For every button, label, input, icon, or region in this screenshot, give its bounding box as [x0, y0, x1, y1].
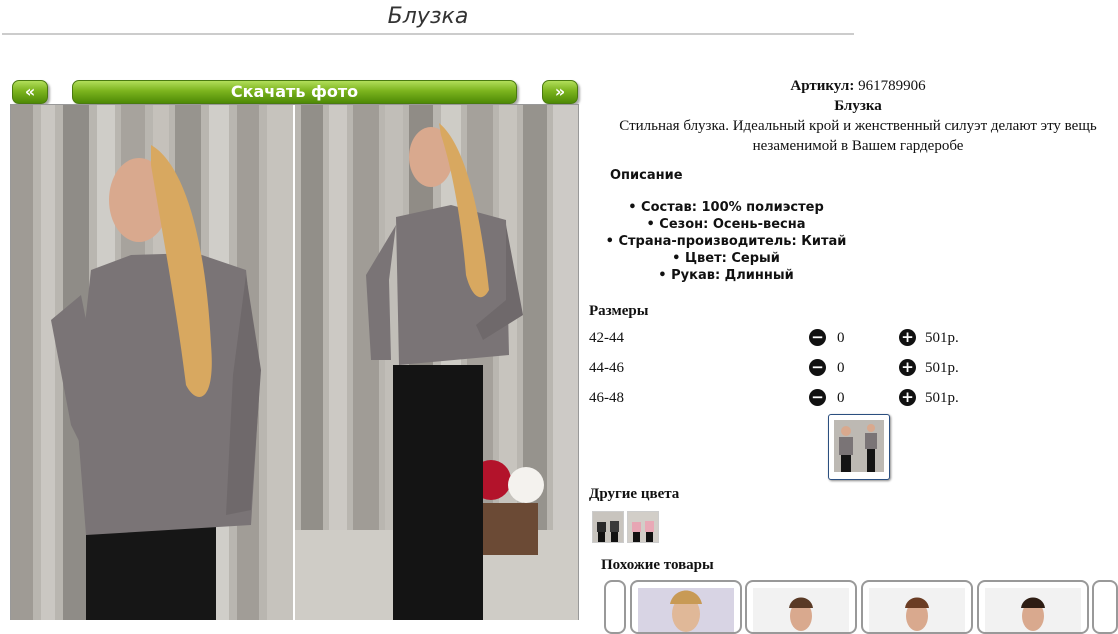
plus-circle-icon[interactable]: + — [899, 389, 916, 406]
size-price: 501р. — [925, 330, 959, 346]
size-label: 42-44 — [589, 330, 624, 346]
color-variant-thumbnail[interactable] — [627, 511, 659, 543]
article-value: 961789906 — [858, 78, 926, 94]
product-description-line2: незаменимой в Вашем гардеробе — [752, 138, 964, 154]
size-label: 44-46 — [589, 360, 624, 376]
similar-products-heading: Похожие товары — [601, 557, 714, 573]
property-item: Цвет: Серый — [598, 250, 854, 267]
prev-photo-button[interactable]: « — [12, 80, 48, 104]
size-price: 501р. — [925, 360, 959, 376]
product-info: Артикул: 961789906 Блузка Стильная блузк… — [598, 76, 1118, 156]
other-colors-heading: Другие цвета — [589, 486, 680, 502]
size-label: 46-48 — [589, 390, 624, 406]
quantity-value: 0 — [837, 360, 845, 376]
product-photo[interactable] — [10, 104, 579, 620]
similar-product-card[interactable] — [630, 580, 742, 634]
article-label: Артикул: — [790, 78, 855, 94]
similar-product-card[interactable] — [861, 580, 973, 634]
title-divider — [2, 33, 854, 35]
selected-photo-thumbnail[interactable] — [828, 414, 890, 480]
property-item: Рукав: Длинный — [598, 267, 854, 284]
similar-scroll-left[interactable] — [604, 580, 626, 634]
page-title: Блузка — [387, 4, 469, 29]
size-row: 42-44 − 0 + 501р. — [589, 328, 1109, 350]
product-properties: Состав: 100% полиэстер Сезон: Осень-весн… — [598, 199, 854, 284]
plus-circle-icon[interactable]: + — [899, 359, 916, 376]
size-row: 44-46 − 0 + 501р. — [589, 358, 1109, 380]
property-item: Страна-производитель: Китай — [598, 233, 854, 250]
product-description-line1: Стильная блузка. Идеальный крой и женств… — [619, 118, 1097, 134]
download-photo-button[interactable]: Скачать фото — [72, 80, 517, 104]
next-photo-button[interactable]: » — [542, 80, 578, 104]
similar-product-card[interactable] — [977, 580, 1089, 634]
details-heading: Описание — [610, 168, 683, 183]
minus-circle-icon[interactable]: − — [809, 329, 826, 346]
product-name: Блузка — [834, 98, 882, 114]
size-row: 46-48 − 0 + 501р. — [589, 388, 1109, 410]
similar-scroll-right[interactable] — [1092, 580, 1118, 634]
plus-circle-icon[interactable]: + — [899, 329, 916, 346]
minus-circle-icon[interactable]: − — [809, 359, 826, 376]
minus-circle-icon[interactable]: − — [809, 389, 826, 406]
color-variant-thumbnail[interactable] — [592, 511, 624, 543]
size-price: 501р. — [925, 390, 959, 406]
quantity-value: 0 — [837, 390, 845, 406]
property-item: Сезон: Осень-весна — [598, 216, 854, 233]
quantity-value: 0 — [837, 330, 845, 346]
similar-product-card[interactable] — [745, 580, 857, 634]
sizes-heading: Размеры — [589, 303, 649, 319]
property-item: Состав: 100% полиэстер — [598, 199, 854, 216]
